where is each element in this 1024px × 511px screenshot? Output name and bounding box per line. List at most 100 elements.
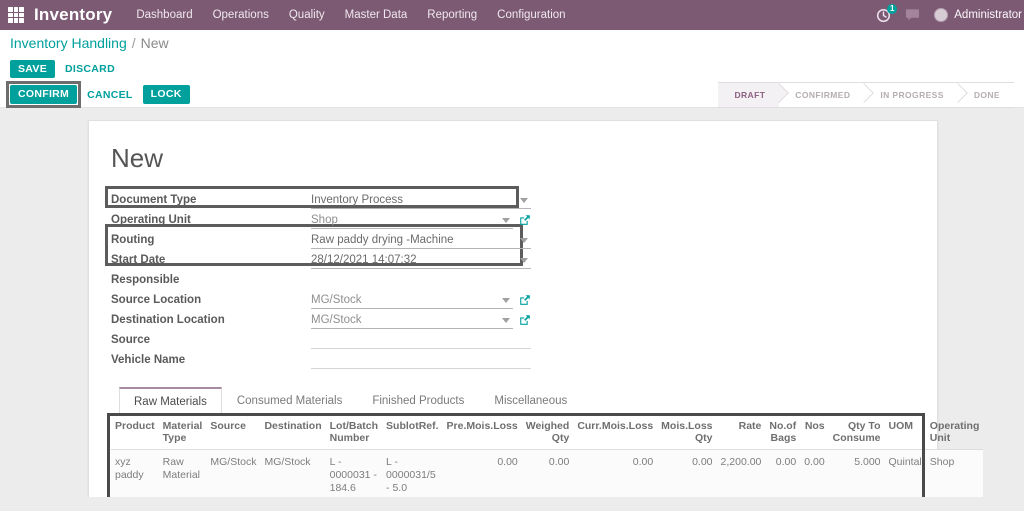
destination-location-input[interactable]: MG/Stock xyxy=(311,312,513,329)
user-menu[interactable]: Administrator xyxy=(934,8,1022,22)
start-date-input[interactable]: 28/12/2021 14:07:32 xyxy=(311,252,531,269)
page-title: New xyxy=(111,143,915,174)
raw-materials-table-wrapper: Product Material Type Source Destination… xyxy=(111,415,915,497)
column-header-source[interactable]: Source xyxy=(206,415,260,450)
field-vehicle-name: Vehicle Name xyxy=(111,350,531,370)
cell-nos[interactable]: 0.00 xyxy=(800,450,828,497)
column-header-qty-to-consume[interactable]: Qty To Consume xyxy=(829,415,885,450)
source-location-input[interactable]: MG/Stock xyxy=(311,292,513,309)
field-source: Source xyxy=(111,330,531,350)
menu-item-master-data[interactable]: Master Data xyxy=(345,9,408,21)
document-type-input[interactable]: Inventory Process xyxy=(311,192,531,209)
chevron-down-icon[interactable] xyxy=(520,238,528,243)
field-destination-location: Destination Location MG/Stock xyxy=(111,310,531,330)
external-link-icon[interactable] xyxy=(519,294,531,306)
menu-item-operations[interactable]: Operations xyxy=(213,9,269,21)
tab-miscellaneous[interactable]: Miscellaneous xyxy=(479,387,582,415)
user-name-label: Administrator xyxy=(954,9,1022,21)
column-header-pre-mois-loss[interactable]: Pre.Mois.Loss xyxy=(443,415,522,450)
tab-finished-products[interactable]: Finished Products xyxy=(357,387,479,415)
cell-product[interactable]: xyz paddy xyxy=(111,450,159,497)
chevron-down-icon[interactable] xyxy=(520,198,528,203)
cell-curr-mois-loss[interactable]: 0.00 xyxy=(573,450,657,497)
cell-source[interactable]: MG/Stock xyxy=(206,450,260,497)
source-input[interactable] xyxy=(311,332,531,349)
table-row[interactable]: xyz paddy Raw Material MG/Stock MG/Stock… xyxy=(111,450,983,497)
status-step-draft[interactable]: DRAFT xyxy=(718,82,779,108)
cell-destination[interactable]: MG/Stock xyxy=(260,450,325,497)
field-label-source: Source xyxy=(111,334,311,346)
status-pipeline: DRAFT CONFIRMED IN PROGRESS DONE xyxy=(718,82,1014,108)
chevron-down-icon[interactable] xyxy=(502,218,510,223)
cell-operating-unit[interactable]: Shop xyxy=(926,450,984,497)
chevron-down-icon[interactable] xyxy=(502,318,510,323)
cancel-button[interactable]: CANCEL xyxy=(87,89,133,101)
status-step-confirmed[interactable]: CONFIRMED xyxy=(779,82,864,108)
confirm-button-highlight: CONFIRM xyxy=(10,85,77,104)
column-header-product[interactable]: Product xyxy=(111,415,159,450)
column-header-weighed-qty[interactable]: Weighed Qty xyxy=(522,415,574,450)
column-header-sublot-ref[interactable]: SublotRef. xyxy=(382,415,443,450)
cell-qty-to-consume[interactable]: 5.000 xyxy=(829,450,885,497)
top-navbar: Inventory Dashboard Operations Quality M… xyxy=(0,0,1024,30)
column-header-rate[interactable]: Rate xyxy=(717,415,766,450)
column-header-mois-loss-qty[interactable]: Mois.Loss Qty xyxy=(657,415,716,450)
main-menu: Dashboard Operations Quality Master Data… xyxy=(136,9,565,21)
cell-mois-loss-qty[interactable]: 0.00 xyxy=(657,450,716,497)
column-header-lot-batch-number[interactable]: Lot/Batch Number xyxy=(326,415,382,450)
activity-count-badge: 1 xyxy=(887,4,897,14)
app-brand-title[interactable]: Inventory xyxy=(34,5,112,25)
confirm-button[interactable]: CONFIRM xyxy=(10,85,77,104)
chevron-down-icon[interactable] xyxy=(502,298,510,303)
status-step-done[interactable]: DONE xyxy=(958,82,1014,108)
cell-material-type[interactable]: Raw Material xyxy=(159,450,207,497)
column-header-uom[interactable]: UOM xyxy=(885,415,926,450)
grid-apps-icon[interactable] xyxy=(8,7,24,23)
cell-uom[interactable]: Quintal xyxy=(885,450,926,497)
save-button[interactable]: SAVE xyxy=(10,60,55,79)
discard-button[interactable]: DISCARD xyxy=(65,63,115,75)
clock-activity-icon[interactable]: 1 xyxy=(876,8,891,23)
vehicle-name-input[interactable] xyxy=(311,352,531,369)
menu-item-configuration[interactable]: Configuration xyxy=(497,9,565,21)
status-step-in-progress[interactable]: IN PROGRESS xyxy=(864,82,957,108)
breadcrumb-parent-link[interactable]: Inventory Handling xyxy=(10,35,127,51)
column-header-no-of-bags[interactable]: No.of Bags xyxy=(765,415,800,450)
chevron-down-icon[interactable] xyxy=(520,258,528,263)
operating-unit-input[interactable]: Shop xyxy=(311,212,513,229)
lock-button[interactable]: LOCK xyxy=(143,85,190,104)
breadcrumb-current: New xyxy=(141,35,169,51)
routing-input[interactable]: Raw paddy drying -Machine xyxy=(311,232,531,249)
content-area: New Document Type Inventory Process Oper… xyxy=(0,108,1024,497)
cell-weighed-qty[interactable]: 0.00 xyxy=(522,450,574,497)
menu-item-reporting[interactable]: Reporting xyxy=(427,9,477,21)
table-header-row: Product Material Type Source Destination… xyxy=(111,415,983,450)
tab-bar: Raw Materials Consumed Materials Finishe… xyxy=(111,386,915,415)
chat-bubble-icon[interactable] xyxy=(905,8,920,22)
menu-item-dashboard[interactable]: Dashboard xyxy=(136,9,192,21)
responsible-input[interactable] xyxy=(311,272,531,289)
tab-consumed-materials[interactable]: Consumed Materials xyxy=(222,387,357,415)
cell-lot-batch-number[interactable]: L - 0000031 - 184.6 xyxy=(326,450,382,497)
field-label-responsible: Responsible xyxy=(111,274,311,286)
tab-raw-materials[interactable]: Raw Materials xyxy=(119,387,222,415)
raw-materials-table: Product Material Type Source Destination… xyxy=(111,415,983,497)
external-link-icon[interactable] xyxy=(519,314,531,326)
breadcrumb-separator: / xyxy=(132,35,136,51)
cell-sublot-ref[interactable]: L - 0000031/5 - 5.0 xyxy=(382,450,443,497)
control-panel-row-actions: CONFIRM CANCEL LOCK DRAFT CONFIRMED IN P… xyxy=(0,82,1024,108)
cell-rate[interactable]: 2,200.00 xyxy=(717,450,766,497)
column-header-material-type[interactable]: Material Type xyxy=(159,415,207,450)
navbar-right-area: 1 Administrator xyxy=(876,0,1024,30)
column-header-curr-mois-loss[interactable]: Curr.Mois.Loss xyxy=(573,415,657,450)
external-link-icon[interactable] xyxy=(519,214,531,226)
cell-pre-mois-loss[interactable]: 0.00 xyxy=(443,450,522,497)
column-header-destination[interactable]: Destination xyxy=(260,415,325,450)
form-fields-group: Document Type Inventory Process Operatin… xyxy=(111,190,531,370)
column-header-operating-unit[interactable]: Operating Unit xyxy=(926,415,984,450)
cell-no-of-bags[interactable]: 0.00 xyxy=(765,450,800,497)
menu-item-quality[interactable]: Quality xyxy=(289,9,325,21)
column-header-nos[interactable]: Nos xyxy=(800,415,828,450)
notebook: Raw Materials Consumed Materials Finishe… xyxy=(111,386,915,497)
field-responsible: Responsible xyxy=(111,270,531,290)
